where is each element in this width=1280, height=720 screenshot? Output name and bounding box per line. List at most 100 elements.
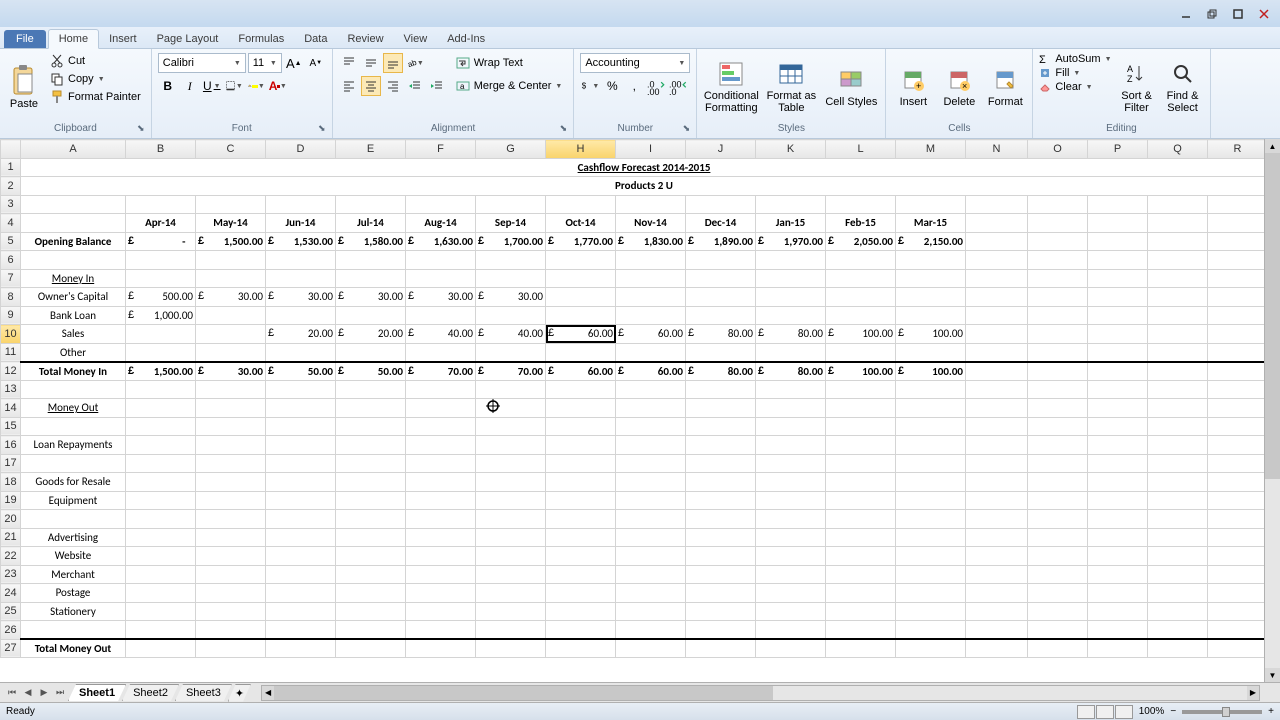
label-stationery[interactable]: Stationery — [21, 602, 126, 621]
row-header-18[interactable]: 18 — [1, 473, 21, 492]
cell-B5[interactable]: £ - — [126, 232, 196, 251]
tab-review[interactable]: Review — [337, 30, 393, 48]
cell-D27[interactable] — [266, 639, 336, 658]
label-sales[interactable]: Sales — [21, 325, 126, 344]
col-header-N[interactable]: N — [966, 140, 1028, 159]
cell-K27[interactable] — [756, 639, 826, 658]
fill-color-button[interactable]: ▼ — [246, 76, 266, 96]
cell-G27[interactable] — [476, 639, 546, 658]
cell-B12[interactable]: £1,500.00 — [126, 362, 196, 381]
font-color-button[interactable]: A▼ — [268, 76, 288, 96]
label-owners_capital[interactable]: Owner's Capital — [21, 288, 126, 307]
sheet-tab-2[interactable]: Sheet2 — [122, 684, 179, 701]
scroll-down-button[interactable]: ▼ — [1265, 668, 1280, 682]
cell-L10[interactable]: £100.00 — [826, 325, 896, 344]
decrease-font-button[interactable]: A▼ — [306, 53, 326, 73]
italic-button[interactable]: I — [180, 76, 200, 96]
cell-B9[interactable]: £1,000.00 — [126, 306, 196, 325]
paste-button[interactable]: Paste — [6, 53, 42, 121]
align-right-button[interactable] — [383, 76, 403, 96]
align-left-button[interactable] — [339, 76, 359, 96]
zoom-out-button[interactable]: − — [1170, 706, 1176, 717]
clipboard-launcher[interactable]: ⬊ — [135, 123, 147, 135]
col-header-E[interactable]: E — [336, 140, 406, 159]
scroll-up-button[interactable]: ▲ — [1265, 139, 1280, 153]
row-header-3[interactable]: 3 — [1, 195, 21, 214]
cell-I10[interactable]: £60.00 — [616, 325, 686, 344]
row-header-11[interactable]: 11 — [1, 343, 21, 362]
format-as-table-button[interactable]: Format as Table — [763, 53, 819, 121]
number-format-select[interactable]: Accounting▼ — [580, 53, 690, 73]
cell-F12[interactable]: £70.00 — [406, 362, 476, 381]
cell-D10[interactable]: £20.00 — [266, 325, 336, 344]
sheet-tab-1[interactable]: Sheet1 — [68, 684, 126, 701]
cell-C8[interactable]: £30.00 — [196, 288, 266, 307]
maximize-button[interactable] — [1226, 5, 1250, 23]
month-header[interactable]: Oct-14 — [546, 214, 616, 233]
tab-nav-last[interactable]: ⏭ — [52, 685, 68, 701]
hscroll-thumb[interactable] — [274, 686, 772, 700]
vertical-scrollbar[interactable]: ▲ ▼ — [1264, 139, 1280, 682]
accounting-format-button[interactable]: $▼ — [580, 76, 600, 96]
month-header[interactable]: Mar-15 — [896, 214, 966, 233]
cell-styles-button[interactable]: Cell Styles — [823, 53, 879, 121]
cell-E27[interactable] — [336, 639, 406, 658]
label-bank_loan[interactable]: Bank Loan — [21, 306, 126, 325]
zoom-slider[interactable] — [1182, 710, 1262, 714]
tab-nav-prev[interactable]: ◀ — [20, 685, 36, 701]
label-website[interactable]: Website — [21, 547, 126, 566]
cell-E9[interactable] — [336, 306, 406, 325]
tab-home[interactable]: Home — [48, 29, 99, 49]
row-header-22[interactable]: 22 — [1, 547, 21, 566]
autosum-button[interactable]: ΣAutoSum▼ — [1039, 53, 1111, 65]
tab-view[interactable]: View — [394, 30, 438, 48]
cell-H27[interactable] — [546, 639, 616, 658]
row-header-1[interactable]: 1 — [1, 158, 21, 177]
row-header-21[interactable]: 21 — [1, 528, 21, 547]
row-header-14[interactable]: 14 — [1, 399, 21, 418]
row-header-24[interactable]: 24 — [1, 584, 21, 603]
label-merchant[interactable]: Merchant — [21, 565, 126, 584]
row-header-7[interactable]: 7 — [1, 269, 21, 288]
col-header-J[interactable]: J — [686, 140, 756, 159]
decrease-decimal-button[interactable]: .00.0 — [668, 76, 688, 96]
cell-F8[interactable]: £30.00 — [406, 288, 476, 307]
increase-decimal-button[interactable]: .0.00 — [646, 76, 666, 96]
label-other[interactable]: Other — [21, 343, 126, 362]
cell-J5[interactable]: £1,890.00 — [686, 232, 756, 251]
cell-H8[interactable] — [546, 288, 616, 307]
percent-button[interactable]: % — [602, 76, 622, 96]
label-total_in[interactable]: Total Money In — [21, 362, 126, 381]
cell-B27[interactable] — [126, 639, 196, 658]
align-middle-button[interactable] — [361, 53, 381, 73]
cell-J12[interactable]: £80.00 — [686, 362, 756, 381]
cell-F9[interactable] — [406, 306, 476, 325]
cell-M5[interactable]: £2,150.00 — [896, 232, 966, 251]
month-header[interactable]: Jul-14 — [336, 214, 406, 233]
wrap-text-button[interactable]: Wrap Text — [451, 53, 568, 73]
row-header-12[interactable]: 12 — [1, 362, 21, 381]
tab-insert[interactable]: Insert — [99, 30, 147, 48]
col-header-B[interactable]: B — [126, 140, 196, 159]
underline-button[interactable]: U▼ — [202, 76, 222, 96]
row-header-17[interactable]: 17 — [1, 454, 21, 473]
conditional-formatting-button[interactable]: Conditional Formatting — [703, 53, 759, 121]
col-header-D[interactable]: D — [266, 140, 336, 159]
cell-C9[interactable] — [196, 306, 266, 325]
tab-data[interactable]: Data — [294, 30, 337, 48]
row-header-4[interactable]: 4 — [1, 214, 21, 233]
cell-G10[interactable]: £40.00 — [476, 325, 546, 344]
row-header-5[interactable]: 5 — [1, 232, 21, 251]
cell-I8[interactable] — [616, 288, 686, 307]
col-header-I[interactable]: I — [616, 140, 686, 159]
col-header-O[interactable]: O — [1028, 140, 1088, 159]
month-header[interactable]: May-14 — [196, 214, 266, 233]
row-header-27[interactable]: 27 — [1, 639, 21, 658]
zoom-level[interactable]: 100% — [1139, 706, 1165, 717]
row-header-8[interactable]: 8 — [1, 288, 21, 307]
col-header-M[interactable]: M — [896, 140, 966, 159]
cell-F10[interactable]: £40.00 — [406, 325, 476, 344]
cell-L9[interactable] — [826, 306, 896, 325]
sheet-tab-3[interactable]: Sheet3 — [175, 684, 232, 701]
cell-C12[interactable]: £30.00 — [196, 362, 266, 381]
